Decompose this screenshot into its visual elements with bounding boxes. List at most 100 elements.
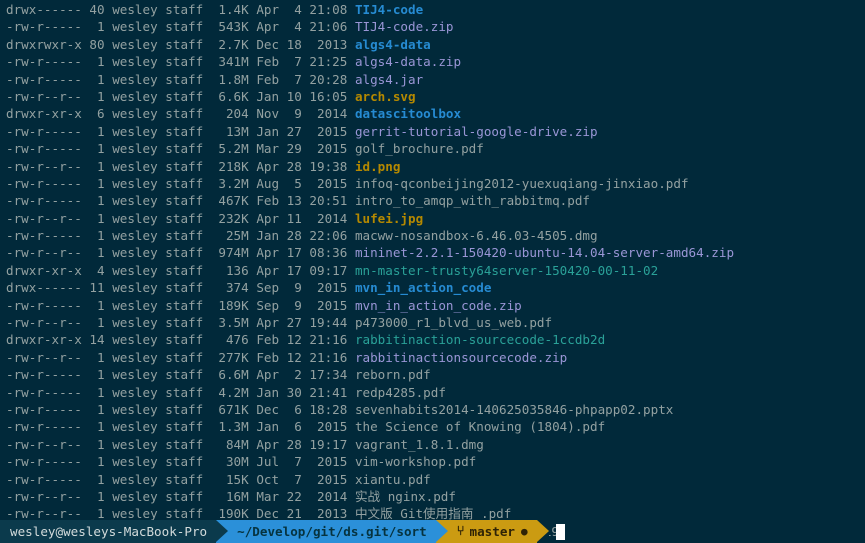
file-name[interactable]: reborn.pdf <box>355 367 431 382</box>
file-name[interactable]: infoq-qconbeijing2012-yuexuqiang-jinxiao… <box>355 176 689 191</box>
file-name[interactable]: xiantu.pdf <box>355 472 431 487</box>
file-links: 1 <box>89 210 105 226</box>
file-permissions: -rw-r----- <box>6 384 82 400</box>
file-day: 27 <box>286 123 302 139</box>
file-permissions: -rw-r----- <box>6 297 82 313</box>
file-name[interactable]: macww-nosandbox-6.46.03-4505.dmg <box>355 228 598 243</box>
file-permissions: -rw-r--r-- <box>6 158 82 174</box>
file-name[interactable]: gerrit-tutorial-google-drive.zip <box>355 124 598 139</box>
file-name[interactable]: golf_brochure.pdf <box>355 141 484 156</box>
file-month: Apr <box>256 367 280 383</box>
file-name[interactable]: id.png <box>355 159 401 174</box>
file-name[interactable]: mininet-2.2.1-150420-ubuntu-14.04-server… <box>355 245 734 260</box>
file-size: 5.2M <box>210 141 249 157</box>
file-time: 2015 <box>309 419 348 435</box>
file-owner: wesley <box>112 193 158 209</box>
file-permissions: -rw-r----- <box>6 367 82 383</box>
file-row: drwxrwxr-x 80 wesley staff 2.7K Dec 18 2… <box>6 36 865 53</box>
file-name[interactable]: vim-workshop.pdf <box>355 454 476 469</box>
file-name[interactable]: algs4-data.zip <box>355 54 461 69</box>
file-time: 2015 <box>309 454 348 470</box>
file-time: 21:16 <box>309 349 348 365</box>
file-month: Apr <box>256 315 280 331</box>
file-day: 17 <box>286 245 302 261</box>
file-day: 10 <box>286 88 302 104</box>
file-time: 2015 <box>309 297 348 313</box>
file-group: staff <box>165 280 204 296</box>
file-month: Jan <box>256 384 280 400</box>
file-name[interactable]: sevenhabits2014-140625035846-phpapp02.pp… <box>355 402 673 417</box>
file-size: 232K <box>210 210 249 226</box>
file-size: 4.2M <box>210 384 249 400</box>
file-size: 1.4K <box>210 2 249 17</box>
file-permissions: drwxr-xr-x <box>6 262 82 278</box>
file-day: 17 <box>286 262 302 278</box>
file-group: staff <box>165 175 204 191</box>
file-group: staff <box>165 19 204 35</box>
file-listing: drwx------ 40 wesley staff 1.4K Apr 4 21… <box>6 1 865 543</box>
file-row: -rw-r----- 1 wesley staff 189K Sep 9 201… <box>6 297 865 314</box>
file-row: -rw-r--r-- 1 wesley staff 3.5M Apr 27 19… <box>6 314 865 331</box>
file-day: 7 <box>286 471 302 487</box>
file-group: staff <box>165 401 204 417</box>
file-size: 15K <box>210 471 249 487</box>
git-dirty-icon: ● <box>521 525 528 538</box>
file-month: Mar <box>256 488 280 504</box>
file-time: 2015 <box>309 280 348 296</box>
file-name[interactable]: TIJ4-code.zip <box>355 19 454 34</box>
file-day: 28 <box>286 158 302 174</box>
file-permissions: drwxrwxr-x <box>6 36 82 52</box>
file-row: drwxr-xr-x 6 wesley staff 204 Nov 9 2014… <box>6 105 865 122</box>
file-group: staff <box>165 123 204 139</box>
file-links: 1 <box>89 193 105 209</box>
file-links: 1 <box>89 384 105 400</box>
file-permissions: drwx------ <box>6 280 82 296</box>
file-day: 4 <box>286 19 302 35</box>
file-time: 2015 <box>309 471 348 487</box>
file-time: 09:17 <box>309 262 348 278</box>
file-month: Apr <box>256 2 280 17</box>
file-name[interactable]: algs4-data <box>355 37 431 52</box>
file-name[interactable]: mvn_in_action_code <box>355 280 491 295</box>
file-name[interactable]: redp4285.pdf <box>355 385 446 400</box>
file-group: staff <box>165 471 204 487</box>
file-group: staff <box>165 332 204 348</box>
file-permissions: -rw-r--r-- <box>6 436 82 452</box>
file-month: Jan <box>256 88 280 104</box>
file-permissions: -rw-r--r-- <box>6 488 82 504</box>
file-name[interactable]: vagrant_1.8.1.dmg <box>355 437 484 452</box>
prompt-input-area[interactable] <box>564 520 865 543</box>
file-row: -rw-r----- 1 wesley staff 5.2M Mar 29 20… <box>6 140 865 157</box>
file-name[interactable]: rabbitinactionsourcecode.zip <box>355 350 567 365</box>
file-name[interactable]: arch.svg <box>355 89 416 104</box>
file-links: 1 <box>89 349 105 365</box>
file-month: Feb <box>256 54 280 70</box>
file-permissions: -rw-r----- <box>6 454 82 470</box>
file-permissions: -rw-r----- <box>6 193 82 209</box>
file-name[interactable]: datascitoolbox <box>355 106 461 121</box>
file-time: 2014 <box>309 488 348 504</box>
file-row: drwxr-xr-x 4 wesley staff 136 Apr 17 09:… <box>6 262 865 279</box>
file-name[interactable]: TIJ4-code <box>355 2 423 17</box>
powerline-separator-icon <box>435 520 448 543</box>
file-name[interactable]: p473000_r1_blvd_us_web.pdf <box>355 315 552 330</box>
file-name[interactable]: rabbitinaction-sourcecode-1ccdb2d <box>355 332 605 347</box>
file-month: Dec <box>256 36 280 52</box>
file-time: 2014 <box>309 210 348 226</box>
file-name[interactable]: intro_to_amqp_with_rabbitmq.pdf <box>355 193 590 208</box>
file-name[interactable]: algs4.jar <box>355 72 423 87</box>
file-day: 13 <box>286 193 302 209</box>
file-day: 9 <box>286 297 302 313</box>
file-name[interactable]: mvn_in_action_code.zip <box>355 298 522 313</box>
file-size: 476 <box>210 332 249 348</box>
file-name[interactable]: lufei.jpg <box>355 211 423 226</box>
file-name[interactable]: the Science of Knowing (1804).pdf <box>355 419 605 434</box>
file-links: 1 <box>89 454 105 470</box>
file-name[interactable]: mn-master-trusty64server-150420-00-11-02 <box>355 263 658 278</box>
file-month: Apr <box>256 262 280 278</box>
file-time: 21:41 <box>309 384 348 400</box>
file-day: 6 <box>286 401 302 417</box>
terminal-window[interactable]: drwx------ 40 wesley staff 1.4K Apr 4 21… <box>0 0 865 543</box>
file-row: -rw-r----- 1 wesley staff 30M Jul 7 2015… <box>6 453 865 470</box>
file-name[interactable]: 实战 nginx.pdf <box>355 489 456 504</box>
